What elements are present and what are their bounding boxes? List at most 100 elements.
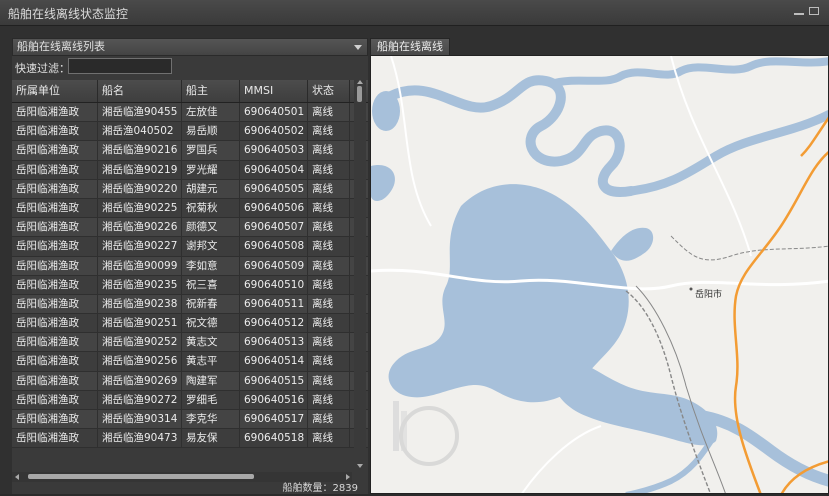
cell-status: 离线 (308, 256, 350, 275)
cell-owner: 祝新春 (182, 294, 240, 314)
cell-owner: 祝菊秋 (182, 198, 240, 218)
cell-mmsi: 690640507 (240, 218, 308, 237)
table-body: 岳阳临湘渔政 湘岳临渔90455 左放佳 690640501 离线 岳阳临湘渔政 湘岳渔04… (12, 103, 368, 449)
cell-mmsi: 690640501 (240, 103, 308, 122)
minimize-icon[interactable] (794, 7, 804, 15)
table-row[interactable]: 岳阳临湘渔政 湘岳临渔90256 黄志平 690640514 离线 (12, 352, 368, 372)
cell-owner: 李如意 (182, 256, 240, 275)
list-panel-header[interactable]: 船舶在线离线列表 (12, 38, 368, 56)
column-header-status[interactable]: 状态 (308, 80, 350, 102)
cell-unit: 岳阳临湘渔政 (12, 141, 98, 160)
table-row[interactable]: 岳阳临湘渔政 湘岳临渔90238 祝新春 690640511 离线 (12, 294, 368, 315)
horizontal-scroll-thumb[interactable] (28, 474, 254, 479)
table-row[interactable]: 岳阳临湘渔政 湘岳临渔90251 祝文德 690640512 离线 (12, 314, 368, 334)
cell-status: 离线 (308, 141, 350, 160)
cell-status: 离线 (308, 275, 350, 294)
table-row[interactable]: 岳阳临湘渔政 湘岳渔040502 易岳顺 690640502 离线 (12, 122, 368, 142)
maximize-icon[interactable] (809, 7, 819, 15)
cell-mmsi: 690640506 (240, 198, 308, 218)
cell-mmsi: 690640508 (240, 237, 308, 256)
cell-owner: 胡建元 (182, 179, 240, 198)
cell-ship-name: 湘岳临渔90238 (98, 294, 182, 314)
quick-filter-row: 快速过滤： (12, 56, 368, 78)
map-view[interactable]: 岳阳市 (370, 55, 829, 494)
cell-owner: 黄志文 (182, 333, 240, 352)
scroll-left-icon[interactable] (15, 474, 19, 480)
cell-status: 离线 (308, 160, 350, 179)
cell-owner: 祝三喜 (182, 275, 240, 294)
cell-ship-name: 湘岳临渔90252 (98, 333, 182, 352)
chevron-down-icon[interactable] (354, 45, 362, 50)
cell-ship-name: 湘岳临渔90099 (98, 256, 182, 275)
cell-owner: 左放佳 (182, 103, 240, 122)
city-label-yueyang: 岳阳市 (695, 290, 723, 300)
table-row[interactable]: 岳阳临湘渔政 湘岳临渔90227 谢邦文 690640508 离线 (12, 237, 368, 257)
table-row[interactable]: 岳阳临湘渔政 湘岳临渔90473 易友保 690640518 离线 (12, 429, 368, 449)
table-row[interactable]: 岳阳临湘渔政 湘岳临渔90099 李如意 690640509 离线 (12, 256, 368, 276)
cell-ship-name: 湘岳临渔90269 (98, 371, 182, 390)
table-row[interactable]: 岳阳临湘渔政 湘岳临渔90216 罗国兵 690640503 离线 (12, 141, 368, 161)
table-row[interactable]: 岳阳临湘渔政 湘岳临渔90314 李克华 690640517 离线 (12, 410, 368, 430)
scroll-right-icon[interactable] (346, 474, 350, 480)
vessel-list-panel: 船舶在线离线列表 快速过滤： 所属单位 船名 船主 MMSI 状态 岳阳临湘渔政… (12, 38, 368, 494)
cell-owner: 黄志平 (182, 352, 240, 371)
cell-status: 离线 (308, 103, 350, 122)
cell-status: 离线 (308, 314, 350, 333)
horizontal-scrollbar[interactable] (12, 472, 352, 482)
cell-mmsi: 690640512 (240, 314, 308, 333)
cell-unit: 岳阳临湘渔政 (12, 218, 98, 237)
cell-mmsi: 690640502 (240, 122, 308, 141)
scroll-up-icon[interactable] (357, 80, 363, 84)
app-window: 船舶在线离线状态监控 船舶在线离线列表 快速过滤： 所属单位 船名 船主 MMS… (0, 0, 829, 494)
quick-filter-input[interactable] (68, 58, 172, 74)
cell-status: 离线 (308, 198, 350, 218)
map-canvas[interactable] (371, 56, 829, 494)
table-row[interactable]: 岳阳临湘渔政 湘岳临渔90225 祝菊秋 690640506 离线 (12, 198, 368, 219)
table-row[interactable]: 岳阳临湘渔政 湘岳临渔90252 黄志文 690640513 离线 (12, 333, 368, 353)
cell-unit: 岳阳临湘渔政 (12, 410, 98, 429)
cell-owner: 谢邦文 (182, 237, 240, 256)
title-bar: 船舶在线离线状态监控 (0, 0, 829, 26)
cell-owner: 易岳顺 (182, 122, 240, 141)
table-row[interactable]: 岳阳临湘渔政 湘岳临渔90220 胡建元 690640505 离线 (12, 179, 368, 199)
vessel-table: 所属单位 船名 船主 MMSI 状态 岳阳临湘渔政 湘岳临渔90455 左放佳 690… (12, 80, 368, 449)
cell-status: 离线 (308, 237, 350, 256)
cell-status: 离线 (308, 352, 350, 371)
cell-owner: 罗国兵 (182, 141, 240, 160)
cell-ship-name: 湘岳临渔90225 (98, 198, 182, 218)
vessel-count: 船舶数量：2839 (282, 483, 358, 494)
table-row[interactable]: 岳阳临湘渔政 湘岳临渔90219 罗光耀 690640504 离线 (12, 160, 368, 180)
cell-unit: 岳阳临湘渔政 (12, 333, 98, 352)
cell-ship-name: 湘岳渔040502 (98, 122, 182, 141)
cell-ship-name: 湘岳临渔90235 (98, 275, 182, 294)
cell-ship-name: 湘岳临渔90314 (98, 410, 182, 429)
table-row[interactable]: 岳阳临湘渔政 湘岳临渔90272 罗细毛 690640516 离线 (12, 390, 368, 410)
table-row[interactable]: 岳阳临湘渔政 湘岳临渔90226 颜德又 690640507 离线 (12, 218, 368, 238)
vertical-scroll-thumb[interactable] (357, 86, 362, 102)
cell-ship-name: 湘岳临渔90220 (98, 179, 182, 198)
map-panel: 船舶在线离线 岳阳市 (370, 38, 829, 494)
cell-unit: 岳阳临湘渔政 (12, 237, 98, 256)
cell-unit: 岳阳临湘渔政 (12, 160, 98, 179)
quick-filter-label: 快速过滤： (15, 62, 70, 75)
cell-ship-name: 湘岳临渔90227 (98, 237, 182, 256)
tab-online-offline[interactable]: 船舶在线离线 (370, 38, 450, 56)
table-row[interactable]: 岳阳临湘渔政 湘岳临渔90455 左放佳 690640501 离线 (12, 103, 368, 123)
column-header-owner[interactable]: 船主 (182, 80, 240, 102)
cell-mmsi: 690640515 (240, 371, 308, 390)
vertical-scrollbar[interactable] (354, 80, 366, 470)
cell-unit: 岳阳临湘渔政 (12, 103, 98, 122)
cell-mmsi: 690640511 (240, 294, 308, 314)
cell-ship-name: 湘岳临渔90216 (98, 141, 182, 160)
scroll-down-icon[interactable] (357, 464, 363, 468)
cell-unit: 岳阳临湘渔政 (12, 256, 98, 275)
cell-ship-name: 湘岳临渔90251 (98, 314, 182, 333)
cell-ship-name: 湘岳临渔90272 (98, 390, 182, 409)
column-header-ship-name[interactable]: 船名 (98, 80, 182, 102)
table-row[interactable]: 岳阳临湘渔政 湘岳临渔90269 陶建军 690640515 离线 (12, 371, 368, 391)
cell-unit: 岳阳临湘渔政 (12, 429, 98, 448)
column-header-mmsi[interactable]: MMSI (240, 80, 308, 102)
table-row[interactable]: 岳阳临湘渔政 湘岳临渔90235 祝三喜 690640510 离线 (12, 275, 368, 295)
cell-status: 离线 (308, 122, 350, 141)
column-header-unit[interactable]: 所属单位 (12, 80, 98, 102)
